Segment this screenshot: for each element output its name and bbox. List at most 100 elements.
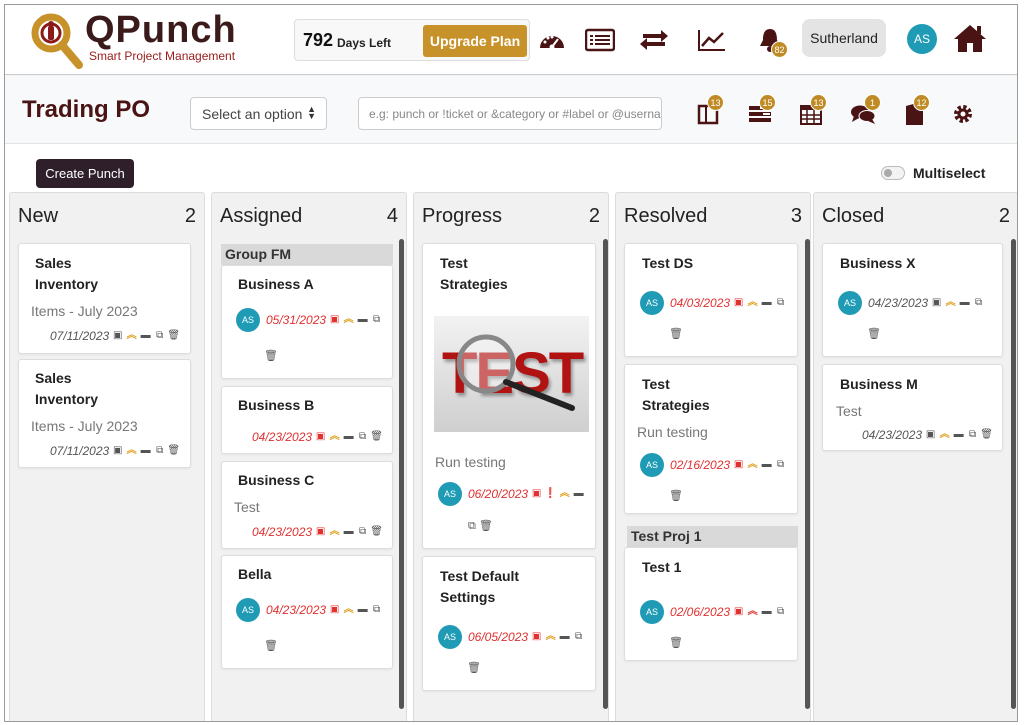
archive-icon[interactable]: ▬ <box>573 488 584 500</box>
trash-icon[interactable]: 🗑 <box>370 526 383 538</box>
card-title: Business M <box>840 376 918 392</box>
assignee-avatar[interactable]: AS <box>640 600 664 624</box>
trash-icon[interactable]: 🗑 <box>669 636 683 649</box>
punch-card[interactable]: Business A AS 05/31/2023 ▣ ︽ ▬ ⧉ 🗑 <box>221 265 393 379</box>
copy-icon[interactable]: ⧉ <box>371 314 382 326</box>
priority-chevron-icon: ︽ <box>747 459 758 470</box>
copy-icon[interactable]: ⧉ <box>775 606 786 618</box>
archive-icon[interactable]: ▬ <box>140 445 151 457</box>
calendar-check-icon: ▣ <box>315 526 326 537</box>
board-view-icon[interactable]: 13 <box>693 94 724 128</box>
archive-icon[interactable]: ▬ <box>953 429 964 441</box>
assignee-avatar[interactable]: AS <box>640 453 664 477</box>
punch-card[interactable]: Test DS AS 04/03/2023 ▣ ︽ ▬ ⧉ 🗑 <box>624 243 798 357</box>
analytics-chart-icon[interactable] <box>696 25 728 55</box>
assignee-avatar[interactable]: AS <box>438 482 462 506</box>
column-scrollbar[interactable] <box>1011 239 1016 709</box>
column-closed: Closed 2 Business X AS 04/23/2023 ▣ ︽ ▬ … <box>813 192 1017 721</box>
list-view-icon[interactable]: 15 <box>745 94 776 128</box>
archive-icon[interactable]: ▬ <box>343 526 354 538</box>
card-title: Business C <box>238 472 315 488</box>
column-scrollbar[interactable] <box>603 239 608 709</box>
card-attachment-image[interactable]: TEST <box>434 316 589 432</box>
column-scrollbar[interactable] <box>805 239 810 709</box>
assignee-avatar[interactable]: AS <box>640 291 664 315</box>
trash-icon[interactable]: 🗑 <box>264 639 278 652</box>
calendar-check-icon: ▣ <box>733 606 744 617</box>
archive-icon[interactable]: ▬ <box>761 606 772 618</box>
upgrade-plan-button[interactable]: Upgrade Plan <box>423 25 527 57</box>
copy-icon[interactable]: ⧉ <box>573 631 584 643</box>
archive-icon[interactable]: ▬ <box>559 631 570 643</box>
trash-icon[interactable]: 🗑 <box>167 445 180 457</box>
home-icon[interactable] <box>952 21 988 55</box>
copy-icon[interactable]: ⧉ <box>775 297 786 309</box>
copy-icon[interactable]: ⧉ <box>371 604 382 616</box>
settings-gear-icon[interactable] <box>948 100 978 128</box>
magnifying-glass-icon <box>456 334 575 411</box>
notifications-bell-icon[interactable]: 82 <box>754 25 788 58</box>
copy-icon[interactable]: ⧉ <box>775 459 786 471</box>
transfer-icon[interactable] <box>638 25 670 55</box>
punch-card[interactable]: Test 1 AS 02/06/2023 ▣ ︽ ▬ ⧉ 🗑 <box>624 547 798 661</box>
punch-card[interactable]: Business B 04/23/2023 ▣ ︽ ▬ ⧉ 🗑 <box>221 386 393 454</box>
company-switcher[interactable]: Sutherland <box>802 19 886 57</box>
copy-trash-actions[interactable]: ⧉ 🗑 <box>468 519 493 533</box>
user-avatar[interactable]: AS <box>907 24 937 54</box>
app-tagline: Smart Project Management <box>89 49 236 63</box>
assignee-avatar[interactable]: AS <box>236 308 260 332</box>
card-title: Business A <box>238 276 314 292</box>
qpunch-logo[interactable]: QPunch Smart Project Management <box>27 9 237 71</box>
dashboard-icon[interactable] <box>536 25 568 55</box>
assignee-avatar[interactable]: AS <box>438 625 462 649</box>
archive-icon[interactable]: ▬ <box>959 297 970 309</box>
copy-icon[interactable]: ⧉ <box>357 526 368 538</box>
copy-icon[interactable]: ⧉ <box>154 445 165 457</box>
trash-icon[interactable]: 🗑 <box>669 489 683 502</box>
multiselect-toggle[interactable]: Multiselect <box>881 165 985 181</box>
trash-icon[interactable]: 🗑 <box>669 327 683 340</box>
card-meta: AS 04/03/2023 ▣ ︽ ▬ ⧉ <box>640 291 786 315</box>
copy-icon[interactable]: ⧉ <box>154 330 165 342</box>
punch-card[interactable]: Sales Inventory Items - July 2023 07/11/2… <box>18 359 191 468</box>
list-report-icon[interactable] <box>584 25 616 55</box>
chat-icon[interactable]: 1 <box>848 94 881 128</box>
trash-icon[interactable]: 🗑 <box>467 661 481 674</box>
trash-icon[interactable]: 🗑 <box>867 327 881 340</box>
archive-icon[interactable]: ▬ <box>140 330 151 342</box>
assignee-avatar[interactable]: AS <box>838 291 862 315</box>
search-input[interactable] <box>358 97 662 130</box>
create-punch-button[interactable]: Create Punch <box>36 159 134 188</box>
calendar-check-icon: ▣ <box>531 631 542 642</box>
priority-chevron-icon: ︽ <box>329 526 340 537</box>
punch-card[interactable]: Business X AS 04/23/2023 ▣ ︽ ▬ ⧉ 🗑 <box>822 243 1003 357</box>
archive-icon[interactable]: ▬ <box>761 459 772 471</box>
punch-card[interactable]: Test Strategies Run testing AS 02/16/2023… <box>624 364 798 514</box>
trash-icon[interactable]: 🗑 <box>167 330 180 342</box>
punch-card[interactable]: Business C Test 04/23/2023 ▣ ︽ ▬ ⧉ 🗑 <box>221 461 393 549</box>
archive-icon[interactable]: ▬ <box>761 297 772 309</box>
card-meta: AS 04/23/2023 ▣ ︽ ▬ ⧉ <box>838 291 984 315</box>
punch-card[interactable]: Business M Test 04/23/2023 ▣ ︽ ▬ ⧉ 🗑 <box>822 364 1003 451</box>
book-icon[interactable]: 12 <box>899 94 930 128</box>
due-date: 04/23/2023 <box>862 428 923 442</box>
archive-icon[interactable]: ▬ <box>357 604 368 616</box>
archive-icon[interactable]: ▬ <box>357 314 368 326</box>
calendar-view-icon[interactable]: 13 <box>796 94 827 128</box>
trash-icon[interactable]: 🗑 <box>370 431 383 443</box>
punch-card[interactable]: TestStrategies TEST Run testing AS 06/20… <box>422 243 596 549</box>
punch-card[interactable]: Test Default Settings AS 06/05/2023 ▣ ︽ ▬… <box>422 556 596 691</box>
multiselect-switch[interactable] <box>881 166 905 180</box>
assignee-avatar[interactable]: AS <box>236 598 260 622</box>
column-scrollbar[interactable] <box>399 239 404 709</box>
trash-icon[interactable]: 🗑 <box>264 349 278 362</box>
trash-icon[interactable]: 🗑 <box>980 429 993 441</box>
punch-card[interactable]: Bella AS 04/23/2023 ▣ ︽ ▬ ⧉ 🗑 <box>221 555 393 669</box>
copy-icon[interactable]: ⧉ <box>967 429 978 441</box>
days-left-number: 792 <box>303 30 334 50</box>
option-select[interactable]: Select an option ▲ ▼ <box>190 97 327 130</box>
punch-card[interactable]: Sales Inventory Items - July 2023 07/11/2… <box>18 243 191 354</box>
archive-icon[interactable]: ▬ <box>343 431 354 443</box>
copy-icon[interactable]: ⧉ <box>357 431 368 443</box>
copy-icon[interactable]: ⧉ <box>973 297 984 309</box>
